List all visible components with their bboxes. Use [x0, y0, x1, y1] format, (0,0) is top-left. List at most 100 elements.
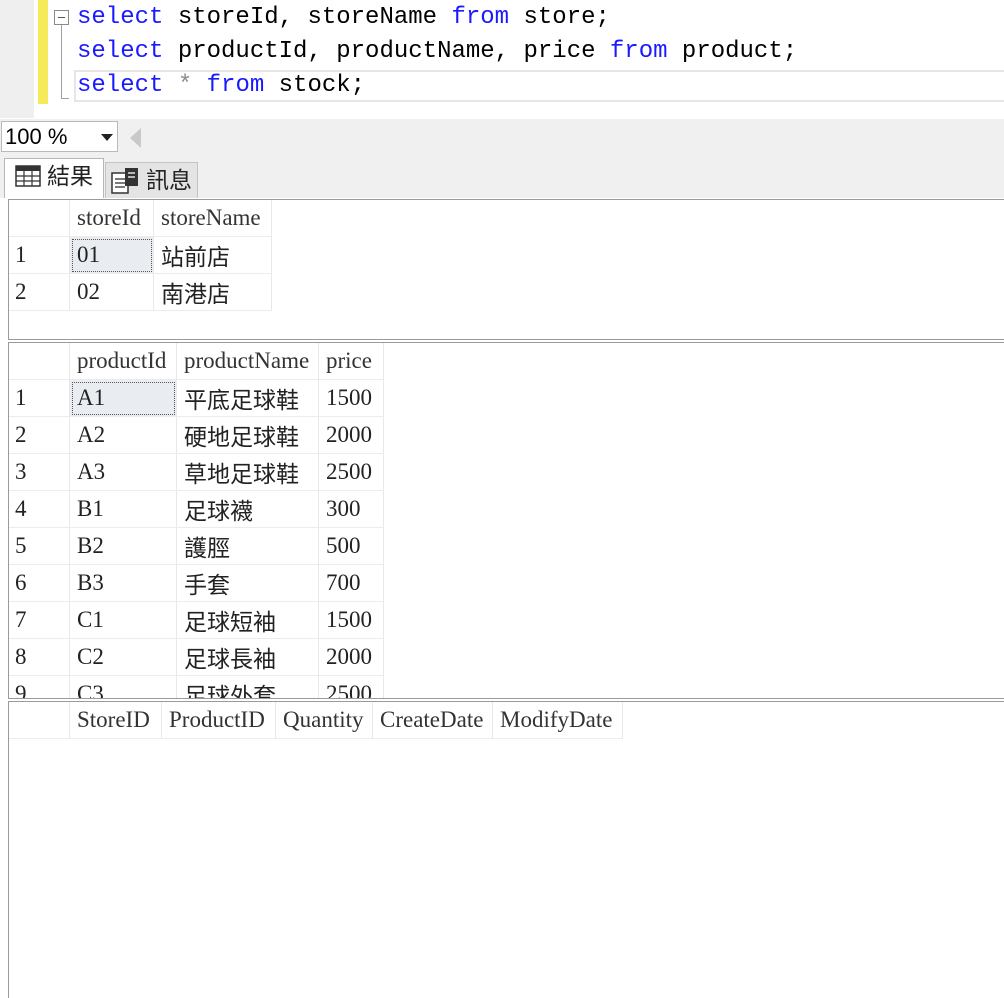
stock-table: StoreID ProductID Quantity CreateDate Mo… — [9, 702, 623, 739]
column-header[interactable]: productName — [176, 343, 319, 380]
keyword: select — [77, 4, 164, 31]
row-number: 7 — [9, 601, 70, 639]
table-cell[interactable]: 足球短袖 — [176, 601, 319, 639]
row-number: 6 — [9, 564, 70, 602]
code-line-3[interactable]: select * from stock; — [77, 69, 365, 103]
tab-results[interactable]: 結果 — [4, 158, 104, 198]
table-row[interactable]: 1 A1 平底足球鞋 1500 — [9, 379, 384, 417]
change-tracking-bar — [38, 0, 48, 104]
table-cell[interactable]: A2 — [69, 416, 177, 454]
table-row[interactable]: 8 C2 足球長袖 2000 — [9, 638, 384, 676]
stock-result-grid[interactable]: StoreID ProductID Quantity CreateDate Mo… — [8, 701, 1004, 998]
table-row[interactable]: 5 B2 護脛 500 — [9, 527, 384, 565]
table-cell[interactable]: C2 — [69, 638, 177, 676]
code-operator: * — [163, 72, 207, 99]
table-row[interactable]: 3 A3 草地足球鞋 2500 — [9, 453, 384, 491]
store-table: storeId storeName 1 01 站前店 2 02 南港店 — [9, 200, 272, 311]
column-header[interactable]: price — [318, 343, 384, 380]
code-text: productId, productName, price — [163, 38, 610, 65]
table-cell[interactable]: 足球襪 — [176, 490, 319, 528]
table-cell[interactable]: 2000 — [318, 638, 384, 676]
table-cell[interactable]: 草地足球鞋 — [176, 453, 319, 491]
keyword: from — [206, 72, 265, 99]
table-row[interactable]: 2 02 南港店 — [9, 273, 272, 311]
code-text: product; — [667, 38, 798, 65]
tab-messages[interactable]: 訊息 — [105, 162, 198, 198]
column-header[interactable]: Quantity — [275, 702, 373, 739]
code-line-2[interactable]: select productId, productName, price fro… — [77, 35, 797, 69]
table-cell[interactable]: 足球長袖 — [176, 638, 319, 676]
query-editor[interactable]: select storeId, storeName from store; se… — [0, 0, 1004, 118]
product-table: productId productName price 1 A1 平底足球鞋 1… — [9, 343, 384, 698]
table-cell[interactable]: C1 — [69, 601, 177, 639]
table-cell[interactable]: 2500 — [318, 675, 384, 698]
code-line-1[interactable]: select storeId, storeName from store; — [77, 1, 610, 35]
table-cell[interactable]: 300 — [318, 490, 384, 528]
table-row[interactable]: 2 A2 硬地足球鞋 2000 — [9, 416, 384, 454]
row-number: 5 — [9, 527, 70, 565]
table-cell[interactable]: 1500 — [318, 379, 384, 417]
table-cell[interactable]: A1 — [69, 379, 177, 417]
table-cell[interactable]: 手套 — [176, 564, 319, 602]
store-result-grid[interactable]: storeId storeName 1 01 站前店 2 02 南港店 — [8, 199, 1004, 340]
tab-messages-label: 訊息 — [146, 168, 192, 194]
table-cell[interactable]: 站前店 — [153, 236, 272, 274]
keyword: select — [77, 38, 164, 65]
column-header[interactable]: CreateDate — [372, 702, 493, 739]
column-header[interactable]: ProductID — [161, 702, 276, 739]
column-header[interactable]: productId — [69, 343, 177, 380]
column-header[interactable]: storeId — [69, 200, 154, 237]
zoom-bar — [0, 119, 1004, 154]
row-number: 1 — [9, 379, 70, 417]
keyword: from — [609, 38, 668, 65]
header-row: StoreID ProductID Quantity CreateDate Mo… — [9, 702, 623, 739]
row-number: 2 — [9, 416, 70, 454]
messages-icon — [111, 168, 138, 194]
header-row: storeId storeName — [9, 200, 272, 237]
table-cell[interactable]: B2 — [69, 527, 177, 565]
column-header[interactable]: storeName — [153, 200, 272, 237]
row-number: 1 — [9, 236, 70, 274]
table-cell[interactable]: 護脛 — [176, 527, 319, 565]
column-header[interactable]: StoreID — [69, 702, 162, 739]
table-cell[interactable]: 500 — [318, 527, 384, 565]
code-text: storeId, storeName — [163, 4, 452, 31]
table-cell[interactable]: 01 — [69, 236, 154, 274]
table-row[interactable]: 4 B1 足球襪 300 — [9, 490, 384, 528]
code-text: store; — [509, 4, 610, 31]
chevron-down-icon[interactable] — [101, 134, 113, 141]
table-row[interactable]: 1 01 站前店 — [9, 236, 272, 274]
table-cell[interactable]: 平底足球鞋 — [176, 379, 319, 417]
row-number-header — [9, 702, 70, 739]
table-row[interactable]: 6 B3 手套 700 — [9, 564, 384, 602]
scroll-left-icon[interactable] — [130, 128, 141, 148]
table-cell[interactable]: C3 — [69, 675, 177, 698]
row-number: 4 — [9, 490, 70, 528]
grid-icon — [15, 165, 41, 187]
table-row[interactable]: 7 C1 足球短袖 1500 — [9, 601, 384, 639]
row-number: 9 — [9, 675, 70, 698]
editor-gutter — [0, 0, 34, 118]
row-number-header — [9, 200, 70, 237]
outline-line — [61, 25, 62, 99]
table-cell[interactable]: 700 — [318, 564, 384, 602]
keyword: from — [451, 4, 510, 31]
table-cell[interactable]: 1500 — [318, 601, 384, 639]
column-header[interactable]: ModifyDate — [492, 702, 623, 739]
table-cell[interactable]: 硬地足球鞋 — [176, 416, 319, 454]
table-cell[interactable]: B1 — [69, 490, 177, 528]
table-cell[interactable]: 2000 — [318, 416, 384, 454]
table-cell[interactable]: 02 — [69, 273, 154, 311]
zoom-value: 100 % — [5, 124, 68, 149]
collapse-region-icon[interactable] — [54, 10, 69, 25]
table-row[interactable]: 9 C3 足球外套 2500 — [9, 675, 384, 698]
row-number: 3 — [9, 453, 70, 491]
header-row: productId productName price — [9, 343, 384, 380]
table-cell[interactable]: 足球外套 — [176, 675, 319, 698]
product-result-grid[interactable]: productId productName price 1 A1 平底足球鞋 1… — [8, 342, 1004, 699]
table-cell[interactable]: B3 — [69, 564, 177, 602]
table-cell[interactable]: 2500 — [318, 453, 384, 491]
table-cell[interactable]: A3 — [69, 453, 177, 491]
keyword: select — [77, 72, 164, 99]
table-cell[interactable]: 南港店 — [153, 273, 272, 311]
